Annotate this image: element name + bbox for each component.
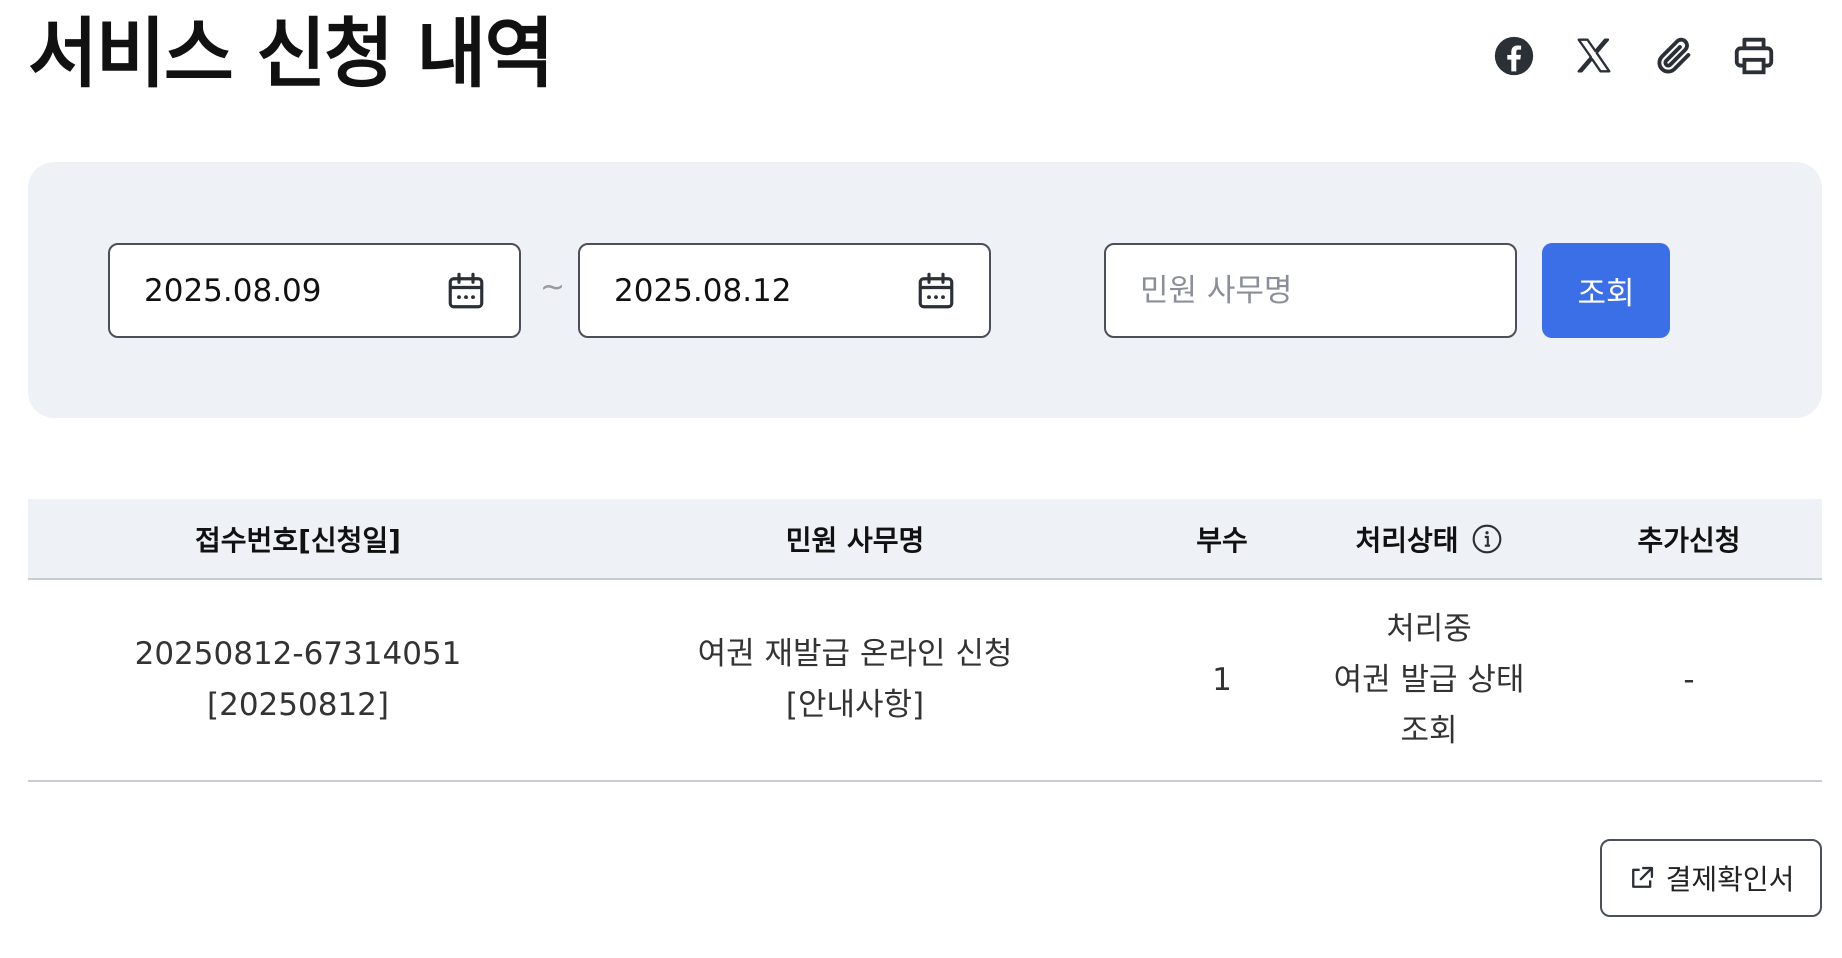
header-copies: 부수 (1196, 523, 1248, 557)
apply-date: [20250812] (207, 687, 389, 723)
start-date-value: 2025.08.09 (144, 272, 322, 309)
header-additional: 추가신청 (1637, 523, 1741, 557)
end-date-field[interactable]: 2025.08.12 (578, 243, 991, 338)
date-range-separator: ~ (540, 270, 566, 305)
x-icon (1577, 38, 1611, 73)
service-name-cell: 여권 재발급 온라인 신청 [안내사항] (568, 579, 1142, 781)
print-button[interactable] (1726, 28, 1782, 84)
service-name: 여권 재발급 온라인 신청 (697, 636, 1013, 672)
calendar-icon[interactable] (915, 270, 957, 312)
facebook-icon (1494, 36, 1534, 76)
copy-link-button[interactable] (1646, 28, 1702, 84)
info-icon[interactable] (1471, 523, 1503, 555)
receipt-number: 20250812-67314051 (134, 636, 462, 672)
copies-cell: 1 (1212, 661, 1232, 698)
x-share-button[interactable] (1566, 28, 1622, 84)
notice-link[interactable]: [안내사항] (568, 680, 1142, 731)
payment-receipt-label: 결제확인서 (1665, 863, 1795, 896)
passport-status-link[interactable]: 여권 발급 상태 조회 (1302, 655, 1556, 757)
external-link-icon (1631, 866, 1653, 888)
header-status: 처리상태 (1302, 499, 1556, 579)
share-toolbar (1472, 28, 1842, 84)
page-title: 서비스 신청 내역 (28, 9, 554, 98)
start-date-field[interactable]: 2025.08.09 (108, 243, 521, 338)
payment-receipt-button[interactable]: 결제확인서 (1600, 839, 1822, 917)
header-status-label: 처리상태 (1355, 523, 1459, 557)
service-name-input[interactable] (1104, 243, 1517, 338)
status-text: 처리중 (1386, 610, 1472, 647)
search-button[interactable]: 조회 (1542, 243, 1670, 338)
passport-status-link-line1: 여권 발급 상태 (1333, 661, 1525, 698)
header-receipt-no: 접수번호[신청일] (195, 523, 401, 557)
paperclip-icon (1657, 37, 1691, 74)
status-cell: 처리중 여권 발급 상태 조회 (1302, 579, 1556, 781)
results-table: 접수번호[신청일] 민원 사무명 부수 처리상태 추가신청 20250812-6… (28, 499, 1822, 782)
header-service-name: 민원 사무명 (785, 523, 925, 557)
table-header-row: 접수번호[신청일] 민원 사무명 부수 처리상태 추가신청 (28, 499, 1822, 579)
calendar-icon[interactable] (445, 270, 487, 312)
end-date-value: 2025.08.12 (614, 272, 792, 309)
passport-status-link-line2: 조회 (1400, 712, 1458, 749)
facebook-share-button[interactable] (1486, 28, 1542, 84)
receipt-no-cell: 20250812-67314051 [20250812] (28, 579, 568, 781)
search-panel: 2025.08.09 ~ 2025.08.12 조회 (28, 162, 1822, 418)
printer-icon (1734, 37, 1774, 75)
additional-cell: - (1683, 661, 1695, 698)
table-row: 20250812-67314051 [20250812] 여권 재발급 온라인 … (28, 579, 1822, 781)
